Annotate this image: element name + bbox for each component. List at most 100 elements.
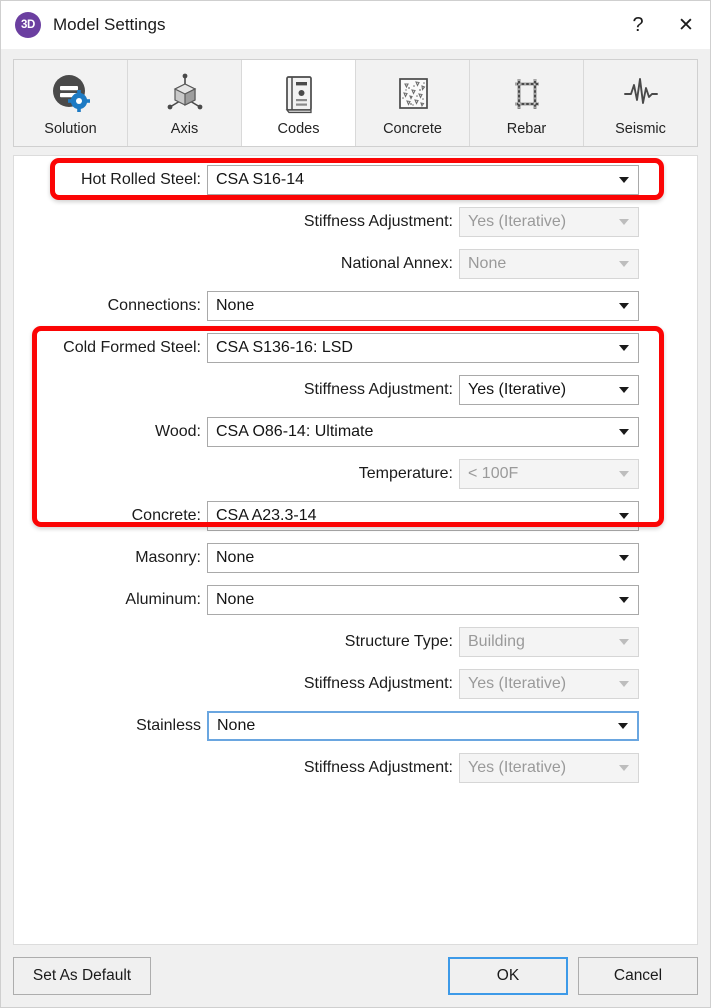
close-icon[interactable]: ✕ xyxy=(662,1,710,49)
label-stiffness-adjustment: Stiffness Adjustment: xyxy=(14,759,459,777)
field-row-wood: Wood:CSA O86-14: Ultimate xyxy=(14,417,697,447)
dropdown-value: CSA S16-14 xyxy=(216,171,304,189)
dropdown-value: Yes (Iterative) xyxy=(468,213,566,231)
dialog-footer: Set As Default OK Cancel xyxy=(1,945,710,1007)
title-bar: 3D Model Settings ? ✕ xyxy=(1,1,710,49)
dropdown-hot-rolled-steel[interactable]: CSA S16-14 xyxy=(207,165,639,195)
chevron-down-icon xyxy=(619,513,629,519)
field-row-structure-type: Structure Type: Building xyxy=(14,627,697,657)
chevron-down-icon xyxy=(619,555,629,561)
dropdown-value: None xyxy=(217,717,255,735)
seismic-wave-icon xyxy=(618,69,664,119)
label-stainless: Stainless xyxy=(14,717,207,735)
field-row-masonry: Masonry: None xyxy=(14,543,697,573)
label-aluminum: Aluminum: xyxy=(14,591,207,609)
dropdown-stiffness-adjustment: Yes (Iterative) xyxy=(459,669,639,699)
chevron-down-icon xyxy=(619,261,629,267)
tab-solution[interactable]: Solution xyxy=(14,60,128,146)
dropdown-wood[interactable]: CSA O86-14: Ultimate xyxy=(207,417,639,447)
tab-axis[interactable]: Axis xyxy=(128,60,242,146)
label-national-annex: National Annex: xyxy=(14,255,459,273)
chevron-down-icon xyxy=(619,429,629,435)
chevron-down-icon xyxy=(619,681,629,687)
tab-label: Codes xyxy=(278,121,320,137)
tab-concrete[interactable]: Concrete xyxy=(356,60,470,146)
model-settings-dialog: 3D Model Settings ? ✕ Solution xyxy=(0,0,711,1008)
ok-button[interactable]: OK xyxy=(448,957,568,995)
dropdown-concrete[interactable]: CSA A23.3-14 xyxy=(207,501,639,531)
label-concrete: Concrete: xyxy=(14,507,207,525)
cancel-button[interactable]: Cancel xyxy=(578,957,698,995)
label-hot-rolled-steel: Hot Rolled Steel: xyxy=(14,171,207,189)
dropdown-temperature: < 100F xyxy=(459,459,639,489)
set-as-default-button[interactable]: Set As Default xyxy=(13,957,151,995)
label-cold-formed-steel: Cold Formed Steel: xyxy=(14,339,207,357)
dropdown-aluminum[interactable]: None xyxy=(207,585,639,615)
chevron-down-icon xyxy=(619,345,629,351)
chevron-down-icon xyxy=(619,765,629,771)
field-row-stiffness-adjustment: Stiffness Adjustment: Yes (Iterative) xyxy=(14,669,697,699)
label-stiffness-adjustment: Stiffness Adjustment: xyxy=(14,213,459,231)
help-icon[interactable]: ? xyxy=(614,1,662,49)
chevron-down-icon xyxy=(619,303,629,309)
concrete-block-icon xyxy=(390,69,436,119)
dropdown-structure-type: Building xyxy=(459,627,639,657)
window-buttons: ? ✕ xyxy=(614,1,710,49)
field-row-aluminum: Aluminum: None xyxy=(14,585,697,615)
field-row-concrete: Concrete: CSA A23.3-14 xyxy=(14,501,697,531)
tab-label: Solution xyxy=(44,121,96,137)
label-stiffness-adjustment: Stiffness Adjustment: xyxy=(14,381,459,399)
dropdown-value: None xyxy=(468,255,506,273)
field-row-connections: Connections: None xyxy=(14,291,697,321)
field-row-cold-formed-steel: Cold Formed Steel: CSA S136-16: LSD xyxy=(14,333,697,363)
dropdown-value: None xyxy=(216,591,254,609)
dropdown-value: CSA O86-14: Ultimate xyxy=(216,423,373,441)
tab-seismic[interactable]: Seismic xyxy=(584,60,697,146)
dropdown-value: < 100F xyxy=(468,465,518,483)
label-stiffness-adjustment: Stiffness Adjustment: xyxy=(14,675,459,693)
field-row-hot-rolled-steel: Hot Rolled Steel: CSA S16-14 xyxy=(14,165,697,195)
dropdown-value: None xyxy=(216,297,254,315)
app-3d-icon: 3D xyxy=(15,12,41,38)
field-row-stiffness-adjustment: Stiffness Adjustment:Yes (Iterative) xyxy=(14,375,697,405)
dropdown-cold-formed-steel[interactable]: CSA S136-16: LSD xyxy=(207,333,639,363)
dropdown-national-annex: None xyxy=(459,249,639,279)
dropdown-stiffness-adjustment: Yes (Iterative) xyxy=(459,753,639,783)
chevron-down-icon xyxy=(619,387,629,393)
tab-label: Seismic xyxy=(615,121,666,137)
field-row-national-annex: National Annex: None xyxy=(14,249,697,279)
dropdown-stiffness-adjustment[interactable]: Yes (Iterative) xyxy=(459,375,639,405)
tab-codes[interactable]: Codes xyxy=(242,60,356,146)
dropdown-value: CSA A23.3-14 xyxy=(216,507,317,525)
settings-content-panel: Hot Rolled Steel: CSA S16-14 Stiffness Adj… xyxy=(13,155,698,945)
axis-cube-icon xyxy=(162,69,208,119)
tab-label: Concrete xyxy=(383,121,442,137)
label-masonry: Masonry: xyxy=(14,549,207,567)
dropdown-masonry[interactable]: None xyxy=(207,543,639,573)
chevron-down-icon xyxy=(618,723,628,729)
chevron-down-icon xyxy=(619,597,629,603)
dropdown-value: Building xyxy=(468,633,525,651)
chevron-down-icon xyxy=(619,177,629,183)
dropdown-value: None xyxy=(216,549,254,567)
tab-label: Axis xyxy=(171,121,198,137)
dropdown-stainless[interactable]: None xyxy=(207,711,639,741)
label-temperature: Temperature: xyxy=(14,465,459,483)
dropdown-connections[interactable]: None xyxy=(207,291,639,321)
field-row-stainless: Stainless None xyxy=(14,711,697,741)
label-structure-type: Structure Type: xyxy=(14,633,459,651)
tab-rebar[interactable]: Rebar xyxy=(470,60,584,146)
field-row-temperature: Temperature: < 100F xyxy=(14,459,697,489)
rebar-frame-icon xyxy=(504,69,550,119)
field-row-stiffness-adjustment: Stiffness Adjustment:Yes (Iterative) xyxy=(14,753,697,783)
solution-gear-icon xyxy=(48,69,94,119)
dropdown-stiffness-adjustment: Yes (Iterative) xyxy=(459,207,639,237)
chevron-down-icon xyxy=(619,219,629,225)
field-row-stiffness-adjustment: Stiffness Adjustment: Yes (Iterative) xyxy=(14,207,697,237)
dropdown-value: CSA S136-16: LSD xyxy=(216,339,353,357)
label-connections: Connections: xyxy=(14,297,207,315)
tab-strip: Solution Axis Codes xyxy=(13,59,698,147)
field-list: Hot Rolled Steel: CSA S16-14 Stiffness Adj… xyxy=(14,156,697,783)
dropdown-value: Yes (Iterative) xyxy=(468,675,566,693)
tab-label: Rebar xyxy=(507,121,547,137)
